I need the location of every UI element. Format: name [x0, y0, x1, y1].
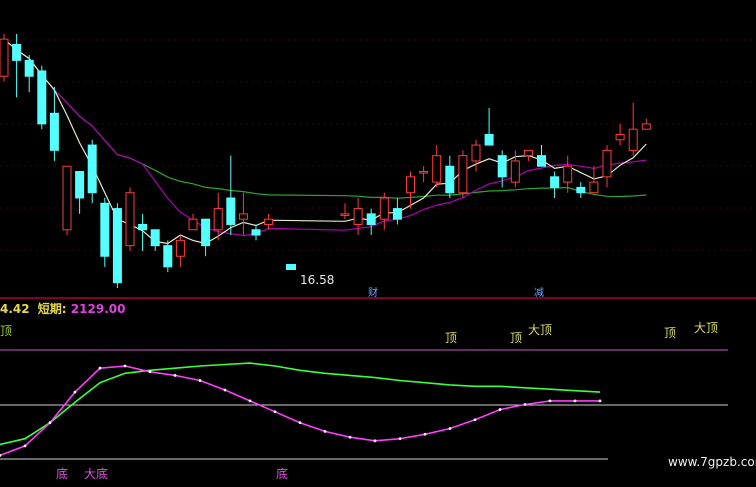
signal-label: 大顶 — [694, 321, 718, 335]
short-term-label: 短期: — [37, 302, 67, 316]
oscillator-point — [98, 366, 102, 370]
candle-down — [550, 176, 560, 188]
low-price-label: 16.58 — [300, 273, 334, 287]
candle-down — [201, 218, 211, 247]
candle-up — [641, 123, 651, 130]
candle-down — [75, 171, 85, 199]
candle-down — [49, 112, 59, 151]
candle-up — [238, 213, 248, 220]
oscillator-slow-line — [0, 362, 601, 446]
candle-down — [445, 165, 455, 194]
candle-up — [602, 149, 612, 178]
oscillator-point — [248, 399, 252, 403]
candle-up — [628, 128, 638, 151]
oscillator-point — [598, 399, 602, 403]
signal-label: 底 — [56, 466, 68, 481]
oscillator-panel: 顶顶顶大顶顶大顶底 大底底 — [0, 321, 728, 481]
oscillator-point — [373, 439, 377, 443]
candle-down — [576, 186, 586, 194]
oscillator-point — [523, 403, 527, 406]
candle-down — [37, 70, 47, 125]
candle-down — [484, 133, 494, 146]
candle-down — [12, 43, 22, 61]
candle-up — [62, 165, 72, 231]
oscillator-point — [423, 432, 427, 436]
candle-up — [510, 160, 520, 183]
candle-up — [125, 192, 135, 247]
candle-down — [226, 197, 236, 225]
candle-down — [24, 59, 34, 77]
oscillator-fast-line — [0, 365, 600, 457]
oscillator-point — [573, 399, 577, 403]
candle-up — [213, 208, 223, 231]
oscillator-point — [548, 399, 552, 403]
signal-label: 顶 — [0, 324, 12, 338]
low-price-marker — [286, 264, 296, 270]
candle-down — [138, 223, 148, 231]
candle-up — [406, 176, 415, 194]
candle-up — [523, 149, 533, 157]
oscillator-point — [473, 418, 477, 422]
signal-label: 顶 — [664, 326, 676, 340]
price-panel — [0, 33, 756, 288]
candle-up — [353, 208, 363, 225]
signal-label: 顶 — [510, 331, 522, 345]
candle-up — [589, 181, 599, 194]
candle-down — [163, 245, 173, 268]
oscillator-point — [448, 427, 452, 430]
oscillator-point — [73, 390, 77, 394]
oscillator-point — [148, 370, 152, 374]
candle-down — [497, 155, 507, 178]
oscillator-point — [223, 388, 227, 392]
candle-up — [0, 38, 9, 77]
candle-up — [264, 218, 274, 225]
candle-down — [251, 229, 261, 236]
candle-down — [537, 155, 546, 167]
candle-up — [340, 213, 350, 216]
candle-up — [471, 144, 481, 162]
signal-label: 大顶 — [528, 323, 552, 337]
signal-label: 底 — [276, 466, 288, 481]
indicator-value: 4.42 — [0, 302, 30, 316]
oscillator-point — [398, 437, 402, 441]
signal-label: 顶 — [445, 331, 457, 345]
oscillator-point — [198, 379, 202, 382]
signal-label: 大底 — [84, 466, 108, 481]
candle-up — [458, 155, 468, 194]
candle-down — [366, 213, 376, 225]
oscillator-point — [48, 421, 52, 425]
oscillator-point — [498, 408, 502, 411]
candle-up — [419, 171, 429, 174]
candle-down — [392, 208, 402, 220]
candle-up — [563, 165, 573, 183]
oscillator-point — [173, 374, 177, 377]
candle-down — [87, 144, 97, 194]
short-term-value: 2129.00 — [70, 302, 126, 316]
oscillator-point — [273, 410, 277, 414]
candle-down — [112, 208, 122, 284]
watermark: www.7gpzb.com — [668, 455, 756, 469]
candle-up — [432, 155, 442, 183]
oscillator-point — [23, 444, 27, 448]
oscillator-point — [323, 429, 327, 433]
oscillator-point — [123, 364, 127, 368]
candle-down — [150, 229, 160, 247]
candle-up — [188, 218, 198, 231]
stock-chart: 顶顶顶大顶顶大顶底 大底底 16.58财减 — [0, 33, 756, 481]
oscillator-point — [348, 435, 352, 439]
moving-average-long — [3, 38, 647, 199]
candle-up — [615, 133, 625, 141]
candle-up — [379, 197, 389, 220]
oscillator-point — [298, 421, 302, 425]
candle-up — [175, 239, 185, 257]
indicator-header: 4.42 短期: 2129.00 — [0, 300, 125, 317]
event-marker-reduce: 减 — [534, 287, 544, 299]
event-marker-finance: 财 — [368, 286, 378, 299]
candle-down — [100, 202, 110, 257]
